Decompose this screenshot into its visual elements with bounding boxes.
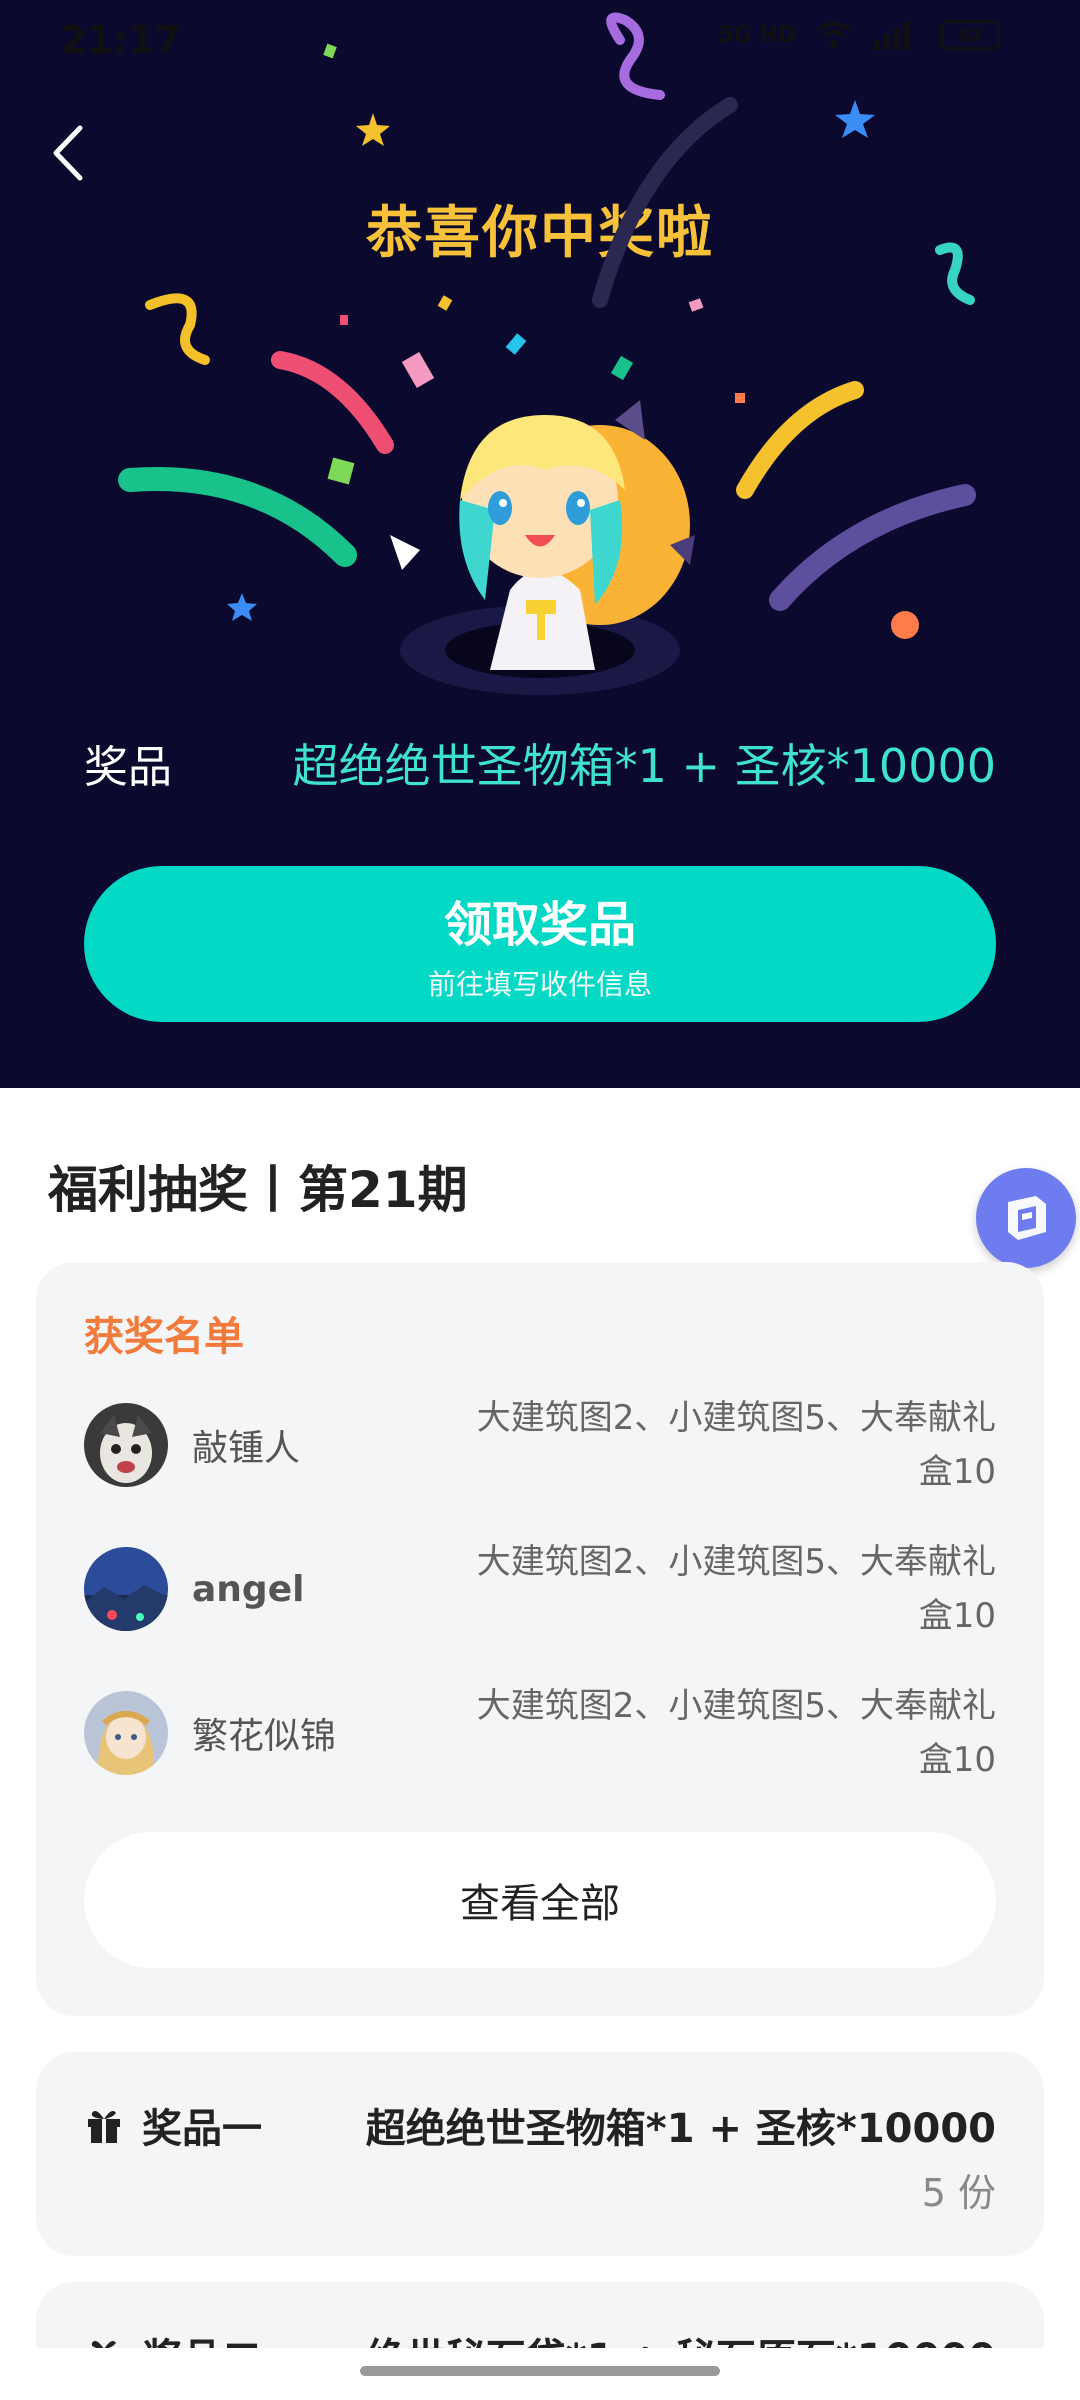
claim-prize-button[interactable]: 领取奖品 前往填写收件信息 — [84, 866, 996, 1022]
cube-icon — [1008, 1196, 1046, 1240]
avatar — [84, 1547, 168, 1631]
winners-heading: 获奖名单 — [84, 1314, 244, 1360]
winner-prize: 大建筑图2、小建筑图5、大奉献礼盒10 — [476, 1542, 996, 1636]
floating-cube-button[interactable] — [976, 1168, 1076, 1268]
prize-name: 奖品一 — [142, 2106, 262, 2152]
claim-button-subtitle: 前往填写收件信息 — [427, 968, 652, 1001]
prize-card: 奖品一 超绝绝世圣物箱*1 + 圣核*10000 5 份 — [36, 2052, 1044, 2256]
prize-description: 超绝绝世圣物箱*1 + 圣核*10000 — [365, 2106, 996, 2152]
winner-name: 繁花似锦 — [192, 1716, 337, 1757]
winner-row: 敲锺人 大建筑图2、小建筑图5、大奉献礼盒10 — [84, 1385, 996, 1505]
mascot-character — [390, 400, 695, 695]
view-all-button[interactable]: 查看全部 — [84, 1832, 996, 1968]
gift-icon — [88, 2111, 120, 2143]
home-indicator[interactable] — [360, 2366, 720, 2376]
prize-summary: 奖品 超绝绝世圣物箱*1 + 圣核*10000 — [84, 730, 996, 796]
winner-prize: 大建筑图2、小建筑图5、大奉献礼盒10 — [476, 1398, 996, 1492]
claim-button-title: 领取奖品 — [443, 897, 636, 953]
winners-card: 获奖名单 敲锺人 大建筑图2、小建筑图5、大奉献礼盒10 angel 大建筑图2… — [36, 1262, 1044, 2016]
winner-prize: 大建筑图2、小建筑图5、大奉献礼盒10 — [476, 1686, 996, 1780]
winner-row: angel 大建筑图2、小建筑图5、大奉献礼盒10 — [84, 1529, 996, 1649]
avatar — [84, 1691, 168, 1775]
winner-name: 敲锺人 — [192, 1428, 301, 1469]
prize-line: 奖品一 超绝绝世圣物箱*1 + 圣核*10000 — [84, 2096, 996, 2154]
prize-label: 奖品 — [84, 742, 172, 793]
winner-name: angel — [192, 1568, 305, 1610]
prize-value: 超绝绝世圣物箱*1 + 圣核*10000 — [292, 739, 996, 793]
winner-row: 繁花似锦 大建筑图2、小建筑图5、大奉献礼盒10 — [84, 1673, 996, 1793]
hero-banner: 21:17 5G HD 82 恭喜你中奖啦 奖品 超绝绝世圣物箱*1 + 圣核*… — [0, 0, 1080, 1088]
avatar — [84, 1403, 168, 1487]
lottery-issue-title: 福利抽奖丨第21期 — [48, 1161, 468, 1219]
prize-count: 5 份 — [921, 2171, 996, 2215]
